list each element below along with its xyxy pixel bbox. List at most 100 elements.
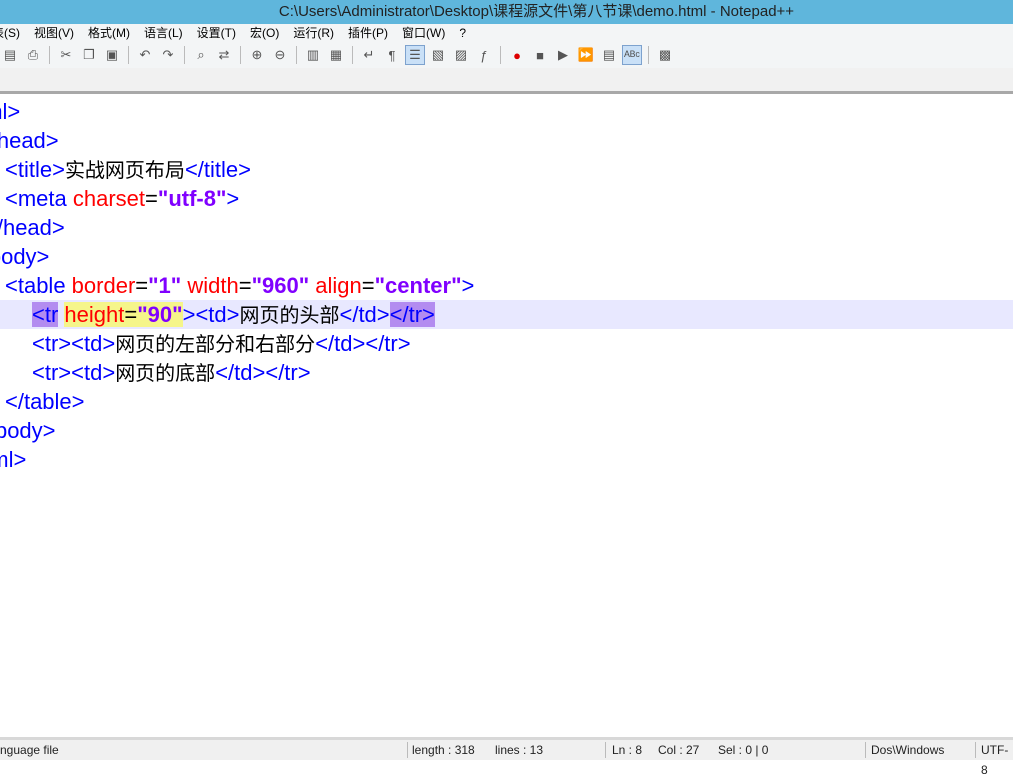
word-wrap-icon[interactable]: ↵ [359, 45, 379, 65]
code-token: <head> [0, 128, 59, 153]
status-lines: lines : 13 [495, 743, 544, 757]
menu-item[interactable]: 插件(P) [348, 24, 388, 42]
status-length: length : 318 [412, 743, 475, 757]
plugin-icon[interactable]: ▩ [655, 45, 675, 65]
code-token: 网页的头部 [239, 303, 340, 327]
code-line: <tr><td>网页的底部</td></tr> [0, 358, 1013, 387]
sync-v-icon[interactable]: ▥ [303, 45, 323, 65]
code-line: <table border="1" width="960" align="cen… [0, 271, 1013, 300]
zoom-in-icon[interactable]: ⊕ [247, 45, 267, 65]
status-eol: Dos\Windows [871, 743, 945, 757]
code-token: = [145, 186, 158, 211]
code-line: <tr height="90"><td>网页的头部</td></tr> [0, 300, 1013, 329]
menu-item[interactable]: ? [459, 24, 466, 42]
record-macro-icon[interactable]: ● [507, 45, 527, 65]
doc-map-icon[interactable]: ▧ [428, 45, 448, 65]
print-icon[interactable]: ⎙ [23, 45, 43, 65]
code-token: border [71, 273, 136, 298]
code-token: <td> [195, 302, 240, 327]
code-token: </td></tr> [215, 360, 311, 385]
code-token: height [64, 302, 125, 327]
menu-item[interactable]: 语言(L) [144, 24, 183, 42]
code-token: <title> [5, 157, 65, 182]
code-token: "utf-8" [157, 186, 227, 211]
code-token: = [135, 273, 149, 298]
find-icon[interactable]: ⌕ [191, 45, 211, 65]
toolbar-separator [352, 46, 353, 64]
code-token: 网页的底部 [115, 361, 216, 385]
toolbar-separator [184, 46, 185, 64]
code-token: <tr><td> [32, 360, 116, 385]
toolbar-separator [49, 46, 50, 64]
status-ln: Ln : 8 [612, 743, 643, 757]
toolbar-separator [500, 46, 501, 64]
sync-h-icon[interactable]: ▦ [326, 45, 346, 65]
indent-guide-icon[interactable]: ☰ [405, 45, 425, 65]
code-token: "center" [374, 273, 462, 298]
code-token: = [124, 302, 138, 327]
code-token: </head> [0, 215, 65, 240]
stop-record-icon[interactable]: ■ [530, 45, 550, 65]
code-token: = [238, 273, 252, 298]
zoom-out-icon[interactable]: ⊖ [270, 45, 290, 65]
status-bar: nguage file length : 318 lines : 13 Ln :… [0, 737, 1013, 777]
toolbar-separator [296, 46, 297, 64]
status-file-type: nguage file [0, 743, 59, 757]
status-sel: Sel : 0 | 0 [718, 743, 769, 757]
menu-item[interactable]: 设置(T) [197, 24, 236, 42]
copy-icon[interactable]: ❐ [79, 45, 99, 65]
menu-item[interactable]: 运行(R) [293, 24, 334, 42]
cut-icon[interactable]: ✂ [56, 45, 76, 65]
toolbar: ▤ ⎙ ✂ ❐ ▣ ↶ ↷ ⌕ ⇄ ⊕ ⊖ ▥ ▦ ↵ ¶ ☰ ▧ ▨ ƒ ● ■ ▶ ⏩ ▤ ᴬᴮᶜ ▩ [0, 42, 1013, 68]
code-token: </tr> [389, 302, 435, 327]
code-token: <tr [32, 302, 59, 327]
menu-item[interactable]: 窗口(W) [402, 24, 445, 42]
code-token: "90" [137, 302, 183, 327]
folder-icon[interactable]: ƒ [474, 45, 494, 65]
menu-item[interactable]: 宏(O) [250, 24, 279, 42]
paste-icon[interactable]: ▣ [102, 45, 122, 65]
code-token: </td> [339, 302, 390, 327]
spellcheck-icon[interactable]: ᴬᴮᶜ [622, 45, 642, 65]
code-token: <body> [0, 244, 50, 269]
code-token: > [226, 186, 240, 211]
play-macro-icon[interactable]: ▶ [553, 45, 573, 65]
code-token: </html> [0, 447, 27, 472]
show-all-chars-icon[interactable]: ¶ [382, 45, 402, 65]
toolbar-separator [648, 46, 649, 64]
new-icon[interactable]: ▤ [0, 45, 20, 65]
code-token: <table [5, 273, 72, 298]
menu-item[interactable]: 表(S) [0, 24, 20, 42]
menu-item[interactable]: 视图(V) [34, 24, 74, 42]
code-token: </table> [5, 389, 85, 414]
code-line: </body> [0, 416, 1013, 445]
code-token: 网页的左部分和右部分 [115, 332, 316, 356]
save-macro-icon[interactable]: ▤ [599, 45, 619, 65]
code-line: <html> [0, 97, 1013, 126]
code-token: </title> [184, 157, 251, 182]
code-token: align [309, 273, 362, 298]
code-token: 实战网页布局 [64, 158, 185, 182]
status-col: Col : 27 [658, 743, 700, 757]
code-token: = [361, 273, 375, 298]
status-encoding: UTF-8 [981, 743, 1009, 777]
code-editor[interactable]: <html><head><title>实战网页布局</title><meta c… [0, 97, 1013, 737]
redo-icon[interactable]: ↷ [158, 45, 178, 65]
window-title: C:\Users\Administrator\Desktop\课程源文件\第八节… [0, 0, 1013, 24]
function-list-icon[interactable]: ▨ [451, 45, 471, 65]
code-line: <head> [0, 126, 1013, 155]
code-token: width [181, 273, 239, 298]
code-token: > [182, 302, 196, 327]
undo-icon[interactable]: ↶ [135, 45, 155, 65]
toolbar-separator [128, 46, 129, 64]
code-line: <title>实战网页布局</title> [0, 155, 1013, 184]
tab-bar [0, 68, 1013, 94]
code-token: > [461, 273, 475, 298]
code-token: "960" [251, 273, 310, 298]
menu-item[interactable]: 格式(M) [88, 24, 130, 42]
code-token: charset [72, 186, 146, 211]
run-multiple-icon[interactable]: ⏩ [576, 45, 596, 65]
replace-icon[interactable]: ⇄ [214, 45, 234, 65]
menu-bar: 表(S) 视图(V) 格式(M) 语言(L) 设置(T) 宏(O) 运行(R) 插件(P) 窗口… [0, 24, 1013, 42]
code-line: </html> [0, 445, 1013, 474]
